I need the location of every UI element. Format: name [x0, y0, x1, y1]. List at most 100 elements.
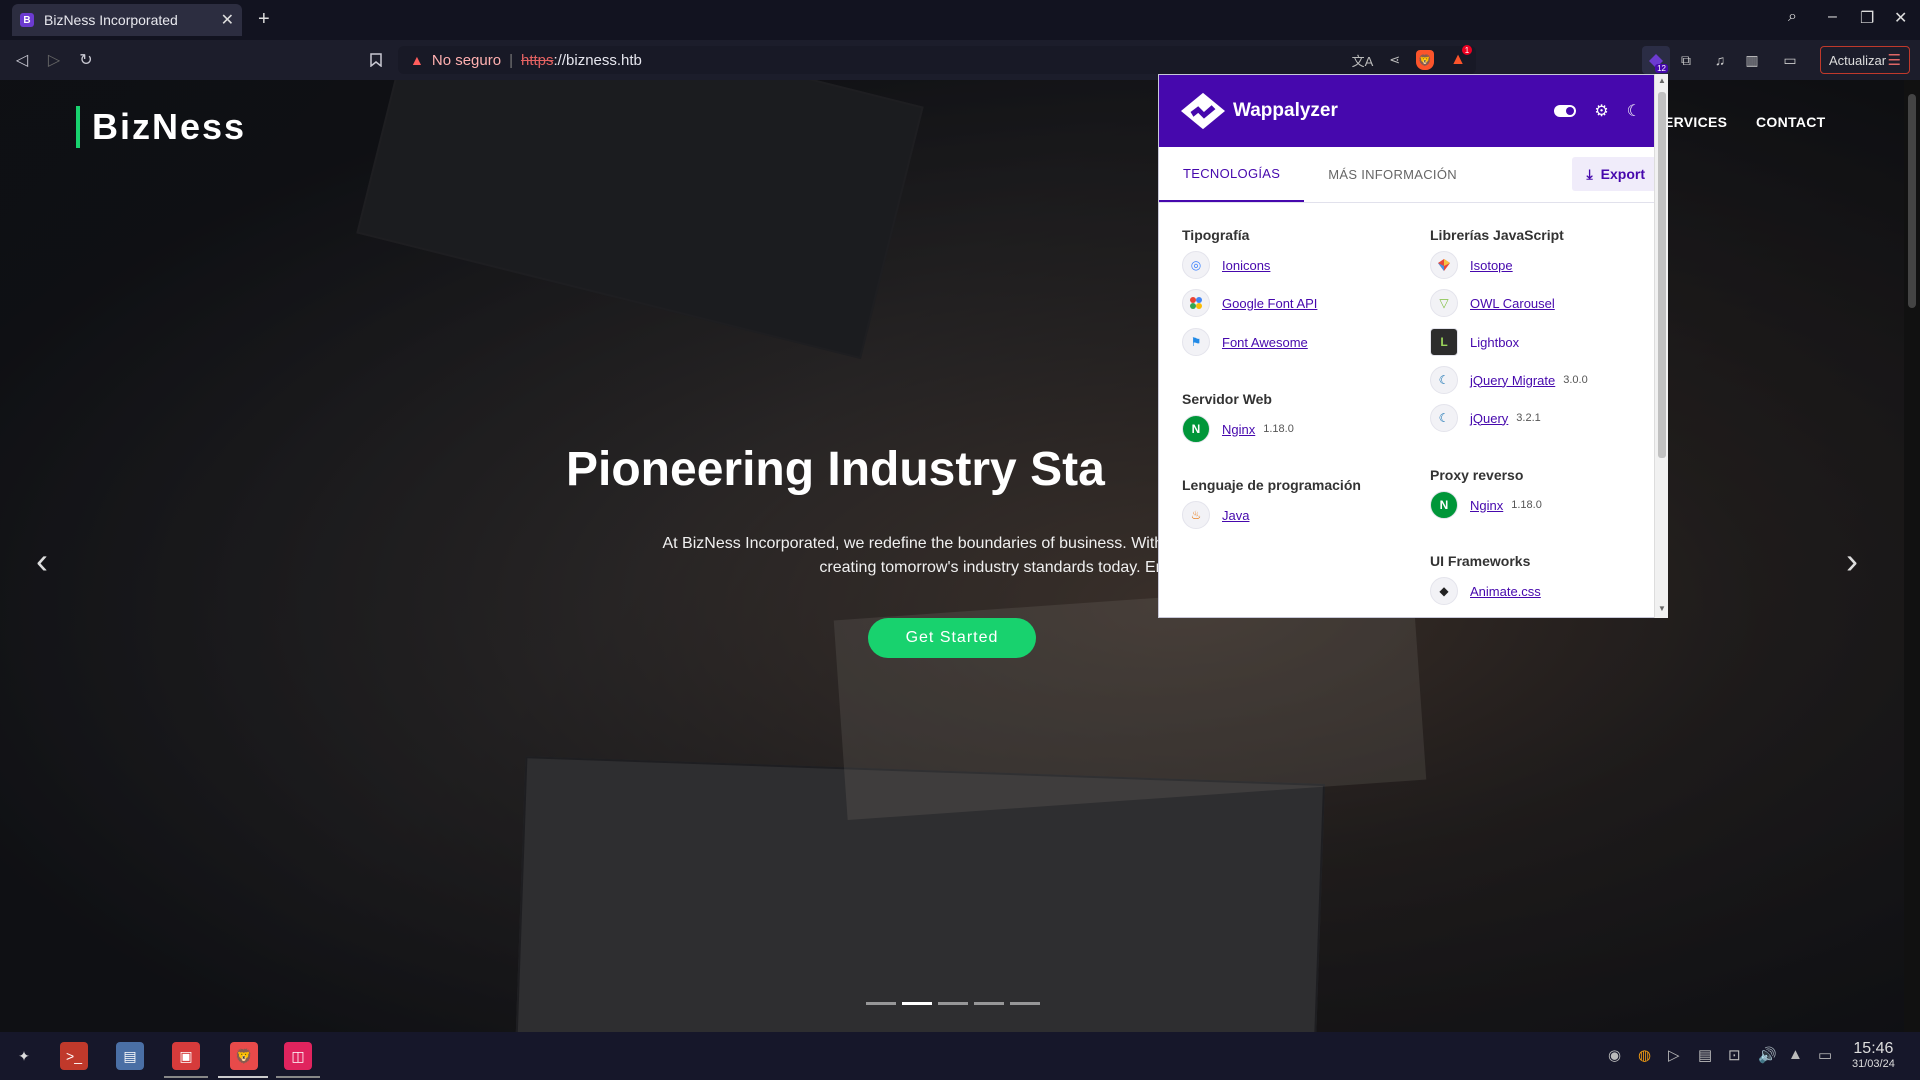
screenshot-app-icon[interactable]: ◫	[284, 1042, 312, 1070]
url-host: ://bizness.htb	[553, 51, 642, 69]
browser-tab[interactable]: B BizNess Incorporated ✕	[12, 4, 242, 36]
update-button[interactable]: Actualizar ☰	[1820, 46, 1910, 74]
tech-name[interactable]: OWL Carousel	[1470, 296, 1555, 311]
carousel-dot-active[interactable]	[902, 1002, 932, 1005]
tech-item[interactable]: N Nginx 1.18.0	[1430, 491, 1542, 519]
back-icon[interactable]: ◁	[10, 48, 34, 72]
wappalyzer-title: Wappalyzer	[1233, 100, 1338, 121]
nginx-icon: N	[1182, 415, 1210, 443]
tech-item[interactable]: ▽ OWL Carousel	[1430, 289, 1555, 317]
steam-tray-icon[interactable]: ◉	[1608, 1046, 1621, 1064]
sidebar-icon[interactable]: ▥	[1738, 46, 1766, 74]
page-scrollbar[interactable]	[1904, 80, 1920, 1032]
show-desktop-icon[interactable]: ▭	[1818, 1046, 1832, 1064]
java-icon: ♨	[1182, 501, 1210, 529]
minimize-icon[interactable]: –	[1828, 8, 1837, 26]
clock-time: 15:46	[1853, 1040, 1894, 1057]
tech-item[interactable]: ◎ Ionicons	[1182, 251, 1270, 279]
maximize-icon[interactable]: ❐	[1860, 8, 1874, 28]
tab-more-info[interactable]: MÁS INFORMACIÓN	[1304, 147, 1481, 202]
page-scrollbar-thumb[interactable]	[1908, 94, 1916, 308]
bookmark-icon[interactable]	[364, 48, 388, 72]
jquery-icon: ☾	[1430, 366, 1458, 394]
title-bar: B BizNess Incorporated ✕ + ⌕ – ❐ ✕	[0, 0, 1920, 40]
volume-tray-icon[interactable]: 🔊	[1758, 1046, 1777, 1064]
tech-item[interactable]: Google Font API	[1182, 289, 1317, 317]
wappalyzer-scrollbar[interactable]: ▲ ▼	[1654, 74, 1668, 618]
wallet-icon[interactable]: ▭	[1776, 46, 1804, 74]
tech-name[interactable]: jQuery Migrate	[1470, 373, 1555, 388]
wappalyzer-extension-icon[interactable]: 12	[1642, 46, 1670, 74]
new-tab-button[interactable]: +	[258, 8, 270, 31]
tech-item[interactable]: ◆ Animate.css	[1430, 577, 1541, 605]
forward-icon[interactable]: ▷	[42, 48, 66, 72]
close-window-icon[interactable]: ✕	[1894, 8, 1907, 28]
tech-item[interactable]: ♨ Java	[1182, 501, 1249, 529]
carousel-prev-icon[interactable]: ‹	[36, 540, 48, 582]
nav-contact[interactable]: CONTACT	[1756, 114, 1826, 130]
tech-name[interactable]: Nginx	[1222, 422, 1255, 437]
close-tab-icon[interactable]: ✕	[221, 10, 234, 30]
tech-name[interactable]: Font Awesome	[1222, 335, 1308, 350]
app-icon[interactable]: ▣	[172, 1042, 200, 1070]
wappalyzer-scrollbar-thumb[interactable]	[1658, 92, 1666, 458]
tech-name[interactable]: Java	[1222, 508, 1249, 523]
reload-icon[interactable]: ↻	[74, 48, 98, 72]
media-player-tray-icon[interactable]: ▷	[1668, 1046, 1680, 1064]
brave-browser-icon[interactable]: 🦁	[230, 1042, 258, 1070]
tab-technologies[interactable]: TECNOLOGÍAS	[1159, 147, 1305, 202]
enable-toggle-icon[interactable]	[1554, 105, 1577, 117]
carousel-dot[interactable]	[1010, 1002, 1040, 1005]
carousel-dot[interactable]	[866, 1002, 896, 1005]
clock-date: 31/03/24	[1852, 1058, 1895, 1070]
show-hidden-icons-icon[interactable]: ▲	[1788, 1046, 1803, 1063]
tech-item[interactable]: ☾ jQuery Migrate 3.0.0	[1430, 366, 1588, 394]
terminal-icon[interactable]: >_	[60, 1042, 88, 1070]
wappalyzer-header: Wappalyzer ⚙ ☾	[1159, 75, 1667, 147]
export-button[interactable]: ⤓ Export	[1572, 157, 1659, 191]
carousel-indicators	[866, 1002, 1040, 1005]
get-started-button[interactable]: Get Started	[868, 618, 1036, 658]
tech-name[interactable]: Animate.css	[1470, 584, 1541, 599]
tech-item[interactable]: L Lightbox	[1430, 328, 1519, 356]
file-manager-icon[interactable]: ▤	[116, 1042, 144, 1070]
carousel-next-icon[interactable]: ›	[1846, 540, 1858, 582]
dark-mode-moon-icon[interactable]: ☾	[1627, 101, 1641, 121]
extensions-icon[interactable]: ⧉	[1672, 46, 1700, 74]
system-clock[interactable]: 15:46 31/03/24	[1852, 1040, 1895, 1070]
category-ui-frameworks: UI Frameworks	[1430, 553, 1531, 569]
tech-name[interactable]: Isotope	[1470, 258, 1513, 273]
carousel-dot[interactable]	[974, 1002, 1004, 1005]
clipboard-tray-icon[interactable]: ▤	[1698, 1046, 1712, 1064]
address-bar[interactable]: ▲ No seguro | https ://bizness.htb 文A ⋖ …	[398, 45, 1476, 74]
share-icon[interactable]: ⋖	[1389, 52, 1400, 68]
search-tabs-icon[interactable]: ⌕	[1788, 8, 1797, 26]
brave-rewards-icon[interactable]: ▲ 1	[1450, 45, 1472, 69]
tech-item[interactable]: ☾ jQuery 3.2.1	[1430, 404, 1541, 432]
settings-gear-icon[interactable]: ⚙	[1594, 101, 1608, 121]
tech-version: 3.0.0	[1563, 374, 1588, 386]
tech-item[interactable]: N Nginx 1.18.0	[1182, 415, 1294, 443]
category-typography: Tipografía	[1182, 227, 1250, 243]
app-launcher-icon[interactable]: ✦	[10, 1042, 38, 1070]
tech-name[interactable]: Nginx	[1470, 498, 1503, 513]
updates-tray-icon[interactable]: ◍	[1638, 1046, 1651, 1064]
network-tray-icon[interactable]: ⊡	[1728, 1046, 1741, 1064]
scroll-down-icon[interactable]: ▼	[1658, 604, 1666, 613]
nav-services[interactable]: ERVICES	[1664, 114, 1727, 130]
brave-shields-icon[interactable]: 🦁	[1416, 50, 1435, 70]
category-js-libraries: Librerías JavaScript	[1430, 227, 1564, 243]
tech-version: 1.18.0	[1263, 423, 1294, 435]
tech-name[interactable]: jQuery	[1470, 411, 1508, 426]
media-icon[interactable]: ♫	[1706, 46, 1734, 74]
translate-icon[interactable]: 文A	[1352, 51, 1374, 70]
export-label: Export	[1600, 166, 1645, 182]
extension-badge: 12	[1655, 64, 1668, 73]
scroll-up-icon[interactable]: ▲	[1658, 76, 1666, 85]
tech-item[interactable]: Isotope	[1430, 251, 1513, 279]
tech-name[interactable]: Ionicons	[1222, 258, 1270, 273]
carousel-dot[interactable]	[938, 1002, 968, 1005]
tech-item[interactable]: ⚑ Font Awesome	[1182, 328, 1308, 356]
tech-name[interactable]: Google Font API	[1222, 296, 1317, 311]
site-logo[interactable]: BizNess	[76, 106, 246, 148]
